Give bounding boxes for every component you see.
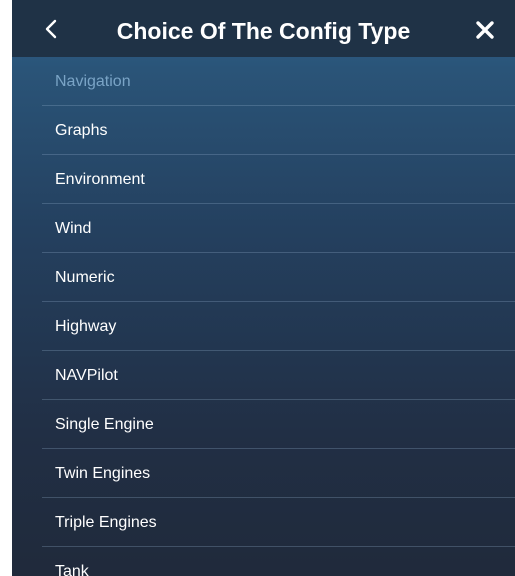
header-bar: Choice Of The Config Type xyxy=(12,0,515,57)
list-item-label: Highway xyxy=(55,318,117,335)
chevron-left-icon xyxy=(45,19,57,39)
list-item-label: Navigation xyxy=(55,73,131,90)
list-item-label: Tank xyxy=(55,563,89,576)
page-title: Choice Of The Config Type xyxy=(116,18,411,44)
close-icon xyxy=(476,21,494,39)
list-item-label: Single Engine xyxy=(55,416,154,433)
close-button[interactable] xyxy=(467,12,503,48)
list-item-navigation: Navigation xyxy=(12,57,515,106)
list-item-single-engine[interactable]: Single Engine xyxy=(12,400,515,449)
list-item-label: Environment xyxy=(55,171,145,188)
list-item-twin-engines[interactable]: Twin Engines xyxy=(12,449,515,498)
list-item-label: NAVPilot xyxy=(55,367,118,384)
list-item-numeric[interactable]: Numeric xyxy=(12,253,515,302)
list-item-label: Wind xyxy=(55,220,92,237)
list-item-environment[interactable]: Environment xyxy=(12,155,515,204)
back-button[interactable] xyxy=(34,10,68,48)
list-item-label: Numeric xyxy=(55,269,115,286)
list-item-navpilot[interactable]: NAVPilot xyxy=(12,351,515,400)
list-item-label: Triple Engines xyxy=(55,514,157,531)
list-item-tank[interactable]: Tank xyxy=(12,547,515,576)
list-item-label: Graphs xyxy=(55,122,108,139)
list-item-triple-engines[interactable]: Triple Engines xyxy=(12,498,515,547)
list-item-graphs[interactable]: Graphs xyxy=(12,106,515,155)
config-type-list: Navigation Graphs Environment Wind Numer… xyxy=(12,57,515,576)
list-item-label: Twin Engines xyxy=(55,465,151,482)
config-type-panel: Choice Of The Config Type Navigation Gra… xyxy=(12,0,515,576)
list-item-highway[interactable]: Highway xyxy=(12,302,515,351)
list-item-wind[interactable]: Wind xyxy=(12,204,515,253)
